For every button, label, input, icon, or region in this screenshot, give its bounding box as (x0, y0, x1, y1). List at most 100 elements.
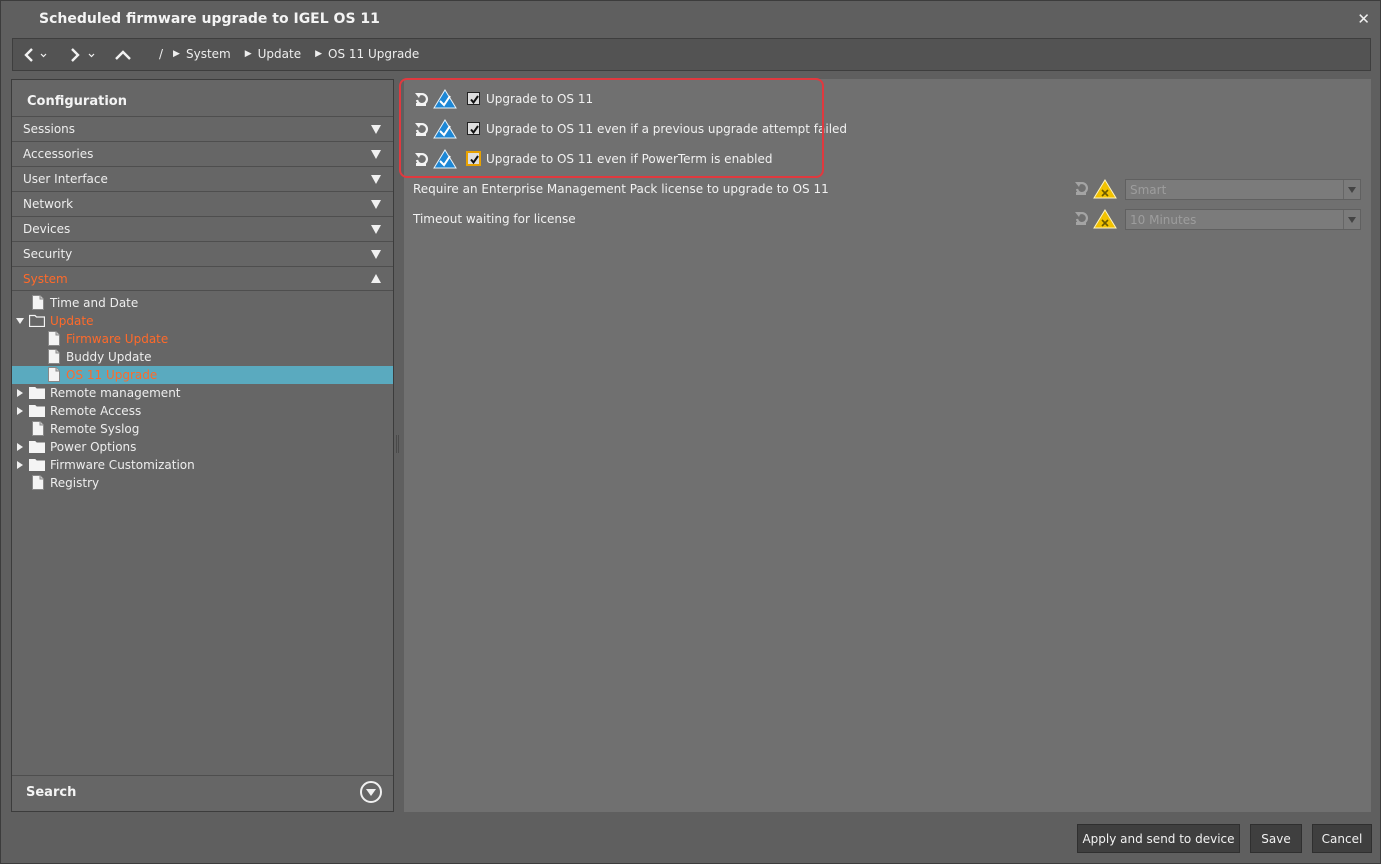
tree-item-label: Buddy Update (66, 350, 152, 364)
setting-row-timeout: Timeout waiting for license 10 Minutes (413, 209, 1363, 231)
search-label: Search (26, 785, 77, 800)
document-icon (32, 475, 44, 490)
category-network[interactable]: Network (12, 191, 393, 216)
tree-item-label: Remote management (50, 386, 181, 400)
annotation-highlight-box (399, 78, 824, 178)
tree-item-remote-syslog[interactable]: Remote Syslog (12, 420, 393, 438)
category-security[interactable]: Security (12, 241, 393, 266)
chevron-right-icon (71, 48, 95, 62)
setting-row-license: Require an Enterprise Management Pack li… (413, 179, 1363, 201)
tree-item-registry[interactable]: Registry (12, 474, 393, 492)
back-button[interactable] (23, 43, 49, 67)
tree-item-label: Firmware Customization (50, 458, 195, 472)
save-button[interactable]: Save (1250, 824, 1302, 853)
expand-right-icon[interactable] (17, 407, 23, 415)
folder-icon (29, 441, 45, 453)
configuration-panel: Configuration Sessions Accessories User … (11, 79, 394, 812)
breadcrumb-system[interactable]: System (186, 47, 231, 61)
folder-icon (29, 405, 45, 417)
folder-icon (29, 459, 45, 471)
category-label: Accessories (23, 147, 94, 161)
folder-icon (29, 387, 45, 399)
close-icon[interactable]: ✕ (1357, 10, 1370, 28)
triangle-up-icon (371, 274, 381, 283)
category-system[interactable]: System (12, 266, 393, 291)
expand-down-icon[interactable] (16, 318, 24, 324)
state-warning-icon (1093, 179, 1117, 199)
apply-and-send-button[interactable]: Apply and send to device (1077, 824, 1240, 853)
folder-open-icon (29, 314, 45, 327)
title-bar: Scheduled firmware upgrade to IGEL OS 11… (1, 1, 1380, 37)
dialog-window: Scheduled firmware upgrade to IGEL OS 11… (0, 0, 1381, 864)
window-title: Scheduled firmware upgrade to IGEL OS 11 (39, 11, 380, 27)
triangle-down-icon (371, 225, 381, 234)
document-icon (48, 367, 60, 382)
category-label: Network (23, 197, 74, 211)
category-label: System (23, 272, 68, 286)
expand-right-icon[interactable] (17, 443, 23, 451)
cancel-label: Cancel (1321, 831, 1363, 846)
chevron-up-icon (115, 50, 131, 60)
tree-item-time-and-date[interactable]: Time and Date (12, 294, 393, 312)
triangle-down-icon (371, 150, 381, 159)
forward-button[interactable] (67, 43, 97, 67)
chevron-left-icon (24, 48, 47, 62)
timeout-select[interactable]: 10 Minutes (1125, 209, 1361, 230)
up-button[interactable] (113, 43, 133, 67)
save-label: Save (1261, 831, 1291, 846)
category-label: Devices (23, 222, 71, 236)
tree-item-label: Registry (50, 476, 100, 490)
tree-item-firmware-customization[interactable]: Firmware Customization (12, 456, 393, 474)
reset-icon (1075, 181, 1088, 195)
triangle-down-icon (371, 125, 381, 134)
apply-and-send-label: Apply and send to device (1082, 831, 1235, 846)
panel-splitter-handle[interactable] (396, 435, 399, 453)
triangle-down-icon (371, 175, 381, 184)
tree-item-label: Update (50, 314, 94, 328)
expand-right-icon[interactable] (17, 461, 23, 469)
license-select-value: Smart (1130, 183, 1167, 197)
cancel-button[interactable]: Cancel (1312, 824, 1372, 853)
tree-item-remote-access[interactable]: Remote Access (12, 402, 393, 420)
breadcrumb-os11-upgrade[interactable]: OS 11 Upgrade (328, 47, 419, 61)
breadcrumb-arrow-icon: ▶ (244, 49, 252, 59)
tree-item-buddy-update[interactable]: Buddy Update (12, 348, 393, 366)
license-select[interactable]: Smart (1125, 179, 1361, 200)
category-user-interface[interactable]: User Interface (12, 166, 393, 191)
document-icon (48, 349, 60, 364)
category-label: Security (23, 247, 73, 261)
category-label: User Interface (23, 172, 108, 186)
navigation-bar: / ▶ System ▶ Update ▶ OS 11 Upgrade (12, 38, 1371, 71)
category-devices[interactable]: Devices (12, 216, 393, 241)
tree-item-remote-management[interactable]: Remote management (12, 384, 393, 402)
document-icon (48, 331, 60, 346)
category-accessories[interactable]: Accessories (12, 141, 393, 166)
category-label: Sessions (23, 122, 76, 136)
expand-right-icon[interactable] (17, 389, 23, 397)
document-icon (32, 295, 44, 310)
reset-icon (1075, 211, 1088, 225)
chevron-down-icon (1343, 210, 1360, 229)
search-expand-icon[interactable] (360, 781, 382, 803)
breadcrumb: / ▶ System ▶ Update ▶ OS 11 Upgrade (159, 47, 433, 61)
configuration-title: Configuration (27, 94, 127, 109)
tree-item-label: Firmware Update (66, 332, 169, 346)
tree-item-label: Power Options (50, 440, 137, 454)
timeout-select-value: 10 Minutes (1130, 213, 1197, 227)
tree-item-label: OS 11 Upgrade (66, 368, 158, 382)
breadcrumb-root[interactable]: / (159, 47, 163, 61)
tree-item-os11-upgrade[interactable]: OS 11 Upgrade (12, 366, 393, 384)
tree-item-update[interactable]: Update (12, 312, 393, 330)
chevron-down-icon (1343, 180, 1360, 199)
tree-item-power-options[interactable]: Power Options (12, 438, 393, 456)
triangle-down-icon (371, 250, 381, 259)
setting-label: Timeout waiting for license (413, 212, 576, 226)
breadcrumb-arrow-icon: ▶ (173, 49, 180, 59)
tree-item-firmware-update[interactable]: Firmware Update (12, 330, 393, 348)
document-icon (32, 421, 44, 436)
triangle-down-icon (371, 200, 381, 209)
tree-item-label: Time and Date (50, 296, 139, 310)
category-sessions[interactable]: Sessions (12, 116, 393, 141)
breadcrumb-update[interactable]: Update (258, 47, 301, 61)
state-warning-icon (1093, 209, 1117, 229)
